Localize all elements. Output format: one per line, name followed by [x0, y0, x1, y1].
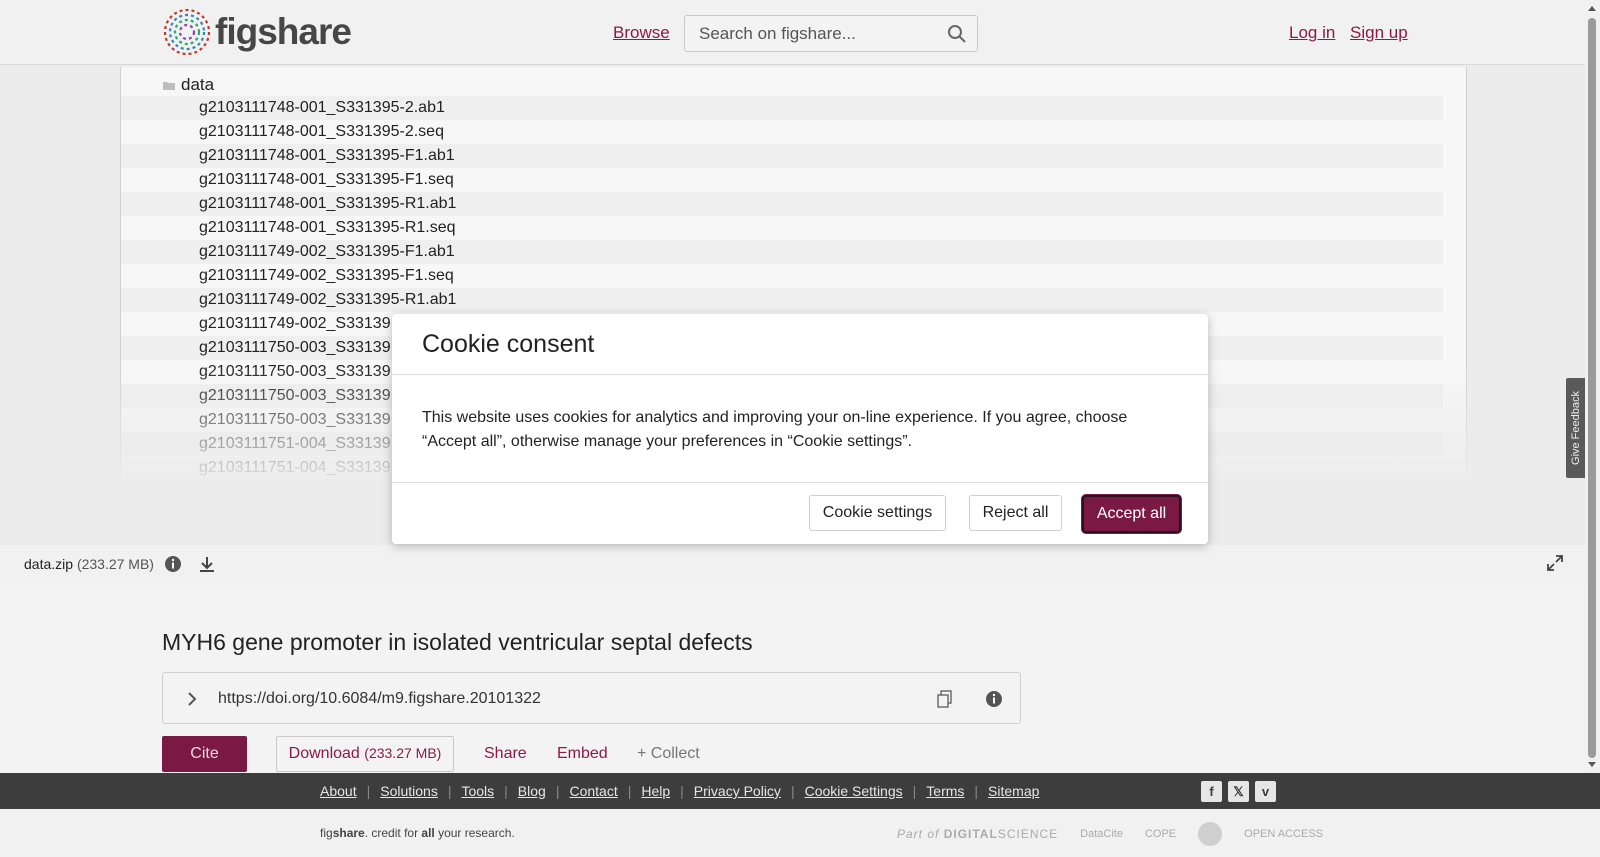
file-size: (233.27 MB)	[76, 556, 154, 572]
footer-tagline: figshare. credit for all your research.	[320, 826, 515, 840]
cookie-consent-modal: Cookie consent This website uses cookies…	[392, 314, 1208, 544]
site-header: figshare Browse Log in Sign up	[0, 0, 1585, 65]
separator: |	[912, 783, 917, 799]
copy-icon[interactable]	[937, 690, 953, 708]
tree-file-item[interactable]: g2103111748-001_S331395-R1.seq	[121, 216, 1443, 240]
tree-file-item[interactable]: g2103111748-001_S331395-F1.seq	[121, 168, 1443, 192]
separator: |	[504, 783, 508, 799]
tree-file-item[interactable]: g2103111748-001_S331395-2.ab1	[121, 96, 1443, 120]
footer-link-help[interactable]: Help	[641, 783, 670, 799]
x-twitter-icon[interactable]: 𝕏	[1228, 781, 1249, 802]
part-of-label: Part of	[897, 827, 940, 841]
tree-file-item[interactable]: g2103111749-002_S331395-F1.seq	[121, 264, 1443, 288]
tree-file-item[interactable]: g2103111748-001_S331395-2.seq	[121, 120, 1443, 144]
partner-seal-icon[interactable]	[1198, 822, 1223, 846]
science-label: SCIENCE	[997, 827, 1059, 841]
doi-box: https://doi.org/10.6084/m9.figshare.2010…	[162, 672, 1021, 724]
doi-link[interactable]: https://doi.org/10.6084/m9.figshare.2010…	[218, 690, 541, 708]
footer-link-terms[interactable]: Terms	[926, 783, 964, 799]
separator: |	[790, 783, 795, 799]
footer-nav: About | Solutions | Tools | Blog | Contact | …	[0, 773, 1600, 809]
footer-link-tools[interactable]: Tools	[461, 783, 494, 799]
collect-link[interactable]: + Collect	[637, 745, 700, 763]
footer-link-list: About | Solutions | Tools | Blog | Contact | …	[320, 783, 1039, 799]
modal-footer: Cookie settings Reject all Accept all	[392, 483, 1208, 543]
download-button-label: Download	[288, 745, 360, 762]
social-links: f 𝕏 v	[1201, 781, 1276, 802]
digital-label: DIGITAL	[943, 827, 998, 841]
chevron-right-icon[interactable]	[185, 690, 199, 708]
page-scroll-down-arrow[interactable]	[1588, 762, 1596, 767]
info-icon[interactable]	[164, 555, 182, 573]
file-name: data.zip (233.27 MB)	[24, 556, 154, 572]
digital-science-logo[interactable]: Part of DIGITALSCIENCE	[897, 827, 1058, 841]
separator: |	[447, 783, 452, 799]
download-button-size: (233.27 MB)	[364, 745, 442, 761]
footer-link-blog[interactable]: Blog	[518, 783, 546, 799]
cope-logo[interactable]: COPE	[1145, 828, 1176, 840]
cite-button[interactable]: Cite	[162, 736, 247, 772]
footer-bottom: figshare. credit for all your research. …	[0, 809, 1600, 857]
tagline-share: share	[332, 826, 365, 840]
file-name-text: data.zip	[24, 556, 74, 572]
search-icon[interactable]	[947, 24, 967, 44]
tagline-all: all	[421, 826, 435, 840]
embed-link[interactable]: Embed	[557, 745, 608, 763]
tree-file-item[interactable]: g2103111749-002_S331395-R1.ab1	[121, 288, 1443, 312]
footer-link-about[interactable]: About	[320, 783, 357, 799]
give-feedback-tab[interactable]: Give Feedback	[1566, 378, 1585, 478]
footer-link-solutions[interactable]: Solutions	[380, 783, 438, 799]
info-icon[interactable]	[985, 690, 1003, 708]
cookie-settings-button[interactable]: Cookie settings	[809, 495, 946, 531]
download-icon[interactable]	[198, 555, 216, 573]
separator: |	[974, 783, 979, 799]
footer-link-cookie-settings[interactable]: Cookie Settings	[805, 783, 903, 799]
partner-logos: Part of DIGITALSCIENCE DataCite COPE OPE…	[897, 822, 1323, 846]
accept-all-button[interactable]: Accept all	[1082, 495, 1181, 533]
separator: |	[366, 783, 371, 799]
modal-title: Cookie consent	[422, 330, 595, 358]
open-access-logo[interactable]: OPEN ACCESS	[1244, 828, 1323, 840]
file-bar: data.zip (233.27 MB)	[0, 545, 1585, 583]
footer-link-privacy[interactable]: Privacy Policy	[694, 783, 781, 799]
separator: |	[680, 783, 684, 799]
tagline-end: your research.	[434, 826, 515, 840]
page-title: MYH6 gene promoter in isolated ventricul…	[162, 629, 753, 655]
login-link[interactable]: Log in	[1289, 23, 1335, 43]
tree-file-item[interactable]: g2103111748-001_S331395-F1.ab1	[121, 144, 1443, 168]
footer-link-contact[interactable]: Contact	[569, 783, 617, 799]
tree-root-folder[interactable]: data	[163, 75, 214, 95]
search-input[interactable]	[685, 16, 925, 51]
vimeo-icon[interactable]: v	[1255, 781, 1276, 802]
figshare-logo-icon	[163, 8, 211, 56]
reject-all-button[interactable]: Reject all	[969, 495, 1062, 531]
tagline-mid: . credit for	[364, 826, 422, 840]
separator: |	[627, 783, 632, 799]
download-button[interactable]: Download (233.27 MB)	[276, 736, 454, 772]
page-scroll-thumb[interactable]	[1588, 18, 1596, 758]
figshare-logo[interactable]: figshare	[162, 7, 352, 57]
give-feedback-label: Give Feedback	[1569, 391, 1582, 465]
modal-body: This website uses cookies for analytics …	[392, 375, 1208, 483]
tagline-fig: fig	[320, 826, 333, 840]
footer-link-sitemap[interactable]: Sitemap	[988, 783, 1039, 799]
modal-header: Cookie consent	[392, 314, 1208, 375]
fullscreen-icon[interactable]	[1547, 555, 1563, 571]
page-scrollbar[interactable]	[1585, 0, 1600, 773]
tree-root-label: data	[181, 75, 215, 94]
browse-link[interactable]: Browse	[613, 23, 670, 43]
tree-file-item[interactable]: g2103111748-001_S331395-R1.ab1	[121, 192, 1443, 216]
share-link[interactable]: Share	[484, 745, 527, 763]
separator: |	[555, 783, 560, 799]
page-scroll-up-arrow[interactable]	[1588, 6, 1596, 11]
datacite-logo[interactable]: DataCite	[1080, 828, 1123, 840]
search-box	[684, 15, 978, 52]
tree-file-item[interactable]: g2103111749-002_S331395-F1.ab1	[121, 240, 1443, 264]
facebook-icon[interactable]: f	[1201, 781, 1222, 802]
logo-text: figshare	[215, 11, 352, 52]
item-main: MYH6 gene promoter in isolated ventricul…	[0, 583, 1585, 773]
folder-icon	[163, 81, 175, 90]
signup-link[interactable]: Sign up	[1350, 23, 1408, 43]
